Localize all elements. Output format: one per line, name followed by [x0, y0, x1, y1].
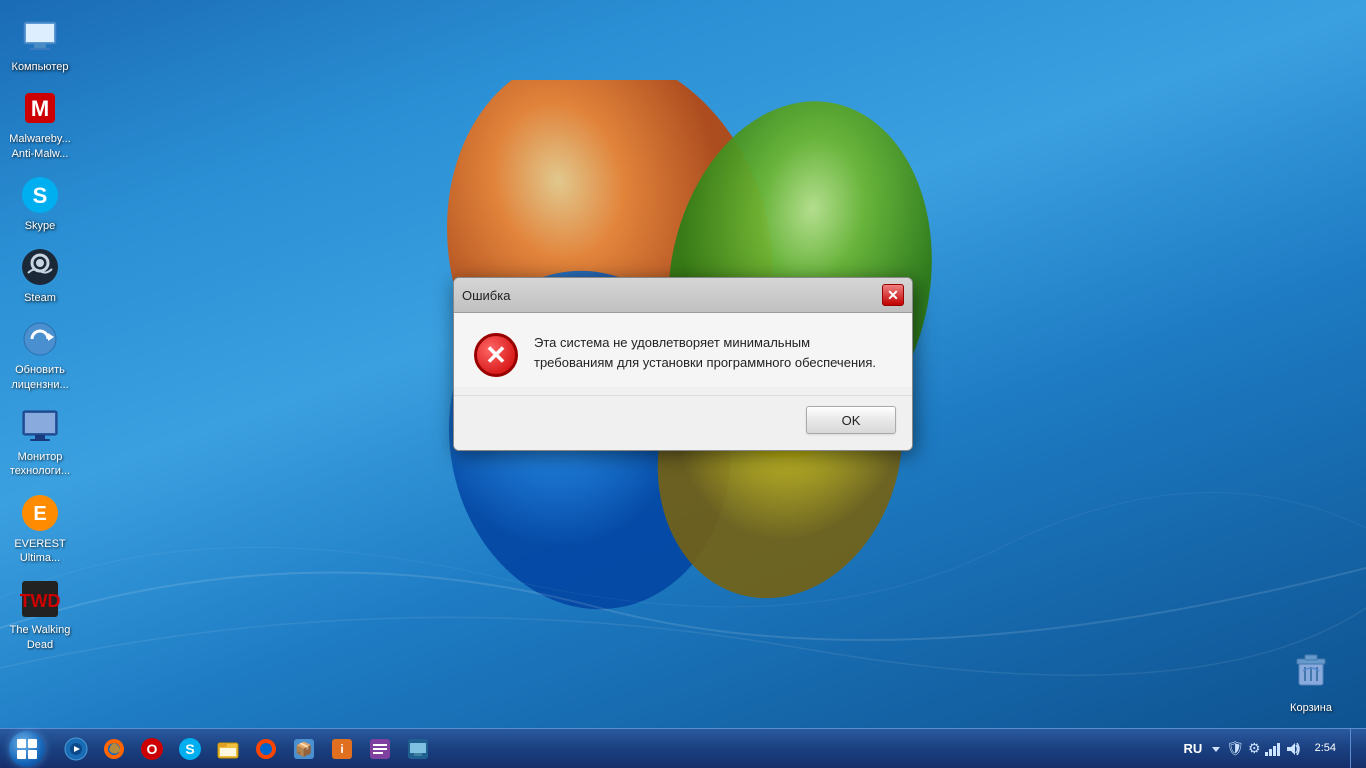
clock-time: 2:54	[1315, 741, 1336, 755]
taskbar-pinned-icons: O S	[54, 729, 440, 768]
taskbar-icon-opera[interactable]: O	[134, 731, 170, 767]
dialog-footer: OK	[454, 395, 912, 450]
dialog-close-button[interactable]: ✕	[882, 284, 904, 306]
language-indicator[interactable]: RU	[1179, 739, 1206, 758]
taskbar: O S	[0, 728, 1366, 768]
volume-icon	[1285, 742, 1301, 756]
svg-text:O: O	[147, 741, 158, 757]
taskbar-icon-firefox[interactable]	[96, 731, 132, 767]
taskbar-icon-firefox2[interactable]	[248, 731, 284, 767]
dialog-overlay: Ошибка ✕ ✕ Эта система не удовлетворяет …	[0, 0, 1366, 728]
taskbar-icon-skype[interactable]: S	[172, 731, 208, 767]
systray: RU 🛡 ⚙	[1179, 739, 1300, 758]
taskbar-icon-app3[interactable]	[362, 731, 398, 767]
taskbar-icon-app2[interactable]: i	[324, 731, 360, 767]
clock[interactable]: 2:54	[1307, 741, 1344, 755]
taskbar-icon-app4[interactable]	[400, 731, 436, 767]
start-orb	[9, 731, 45, 767]
systray-icon-2: ⚙	[1248, 740, 1261, 757]
language-dropdown-icon[interactable]	[1210, 743, 1222, 755]
dialog-titlebar: Ошибка ✕	[454, 278, 912, 313]
dialog-message: Эта система не удовлетворяет минимальным…	[534, 333, 892, 372]
systray-icon-1: 🛡	[1226, 740, 1244, 757]
error-dialog: Ошибка ✕ ✕ Эта система не удовлетворяет …	[453, 277, 913, 451]
taskbar-right: RU 🛡 ⚙	[1171, 729, 1366, 768]
show-desktop-button[interactable]	[1350, 729, 1358, 768]
svg-text:S: S	[185, 741, 194, 757]
dialog-ok-button[interactable]: OK	[806, 406, 896, 434]
error-icon-container: ✕	[474, 333, 518, 377]
svg-text:📦: 📦	[295, 741, 312, 758]
desktop: Компьютер M Malwareby...Anti-Malw... S S…	[0, 0, 1366, 768]
taskbar-icon-explorer[interactable]	[210, 731, 246, 767]
svg-text:i: i	[340, 742, 343, 756]
taskbar-icon-app1[interactable]: 📦	[286, 731, 322, 767]
start-button[interactable]	[0, 729, 54, 768]
error-icon-circle: ✕	[474, 333, 518, 377]
taskbar-icon-wmp[interactable]	[58, 731, 94, 767]
dialog-body: ✕ Эта система не удовлетворяет минимальн…	[454, 313, 912, 387]
network-icon	[1265, 742, 1281, 756]
dialog-title: Ошибка	[462, 288, 510, 303]
